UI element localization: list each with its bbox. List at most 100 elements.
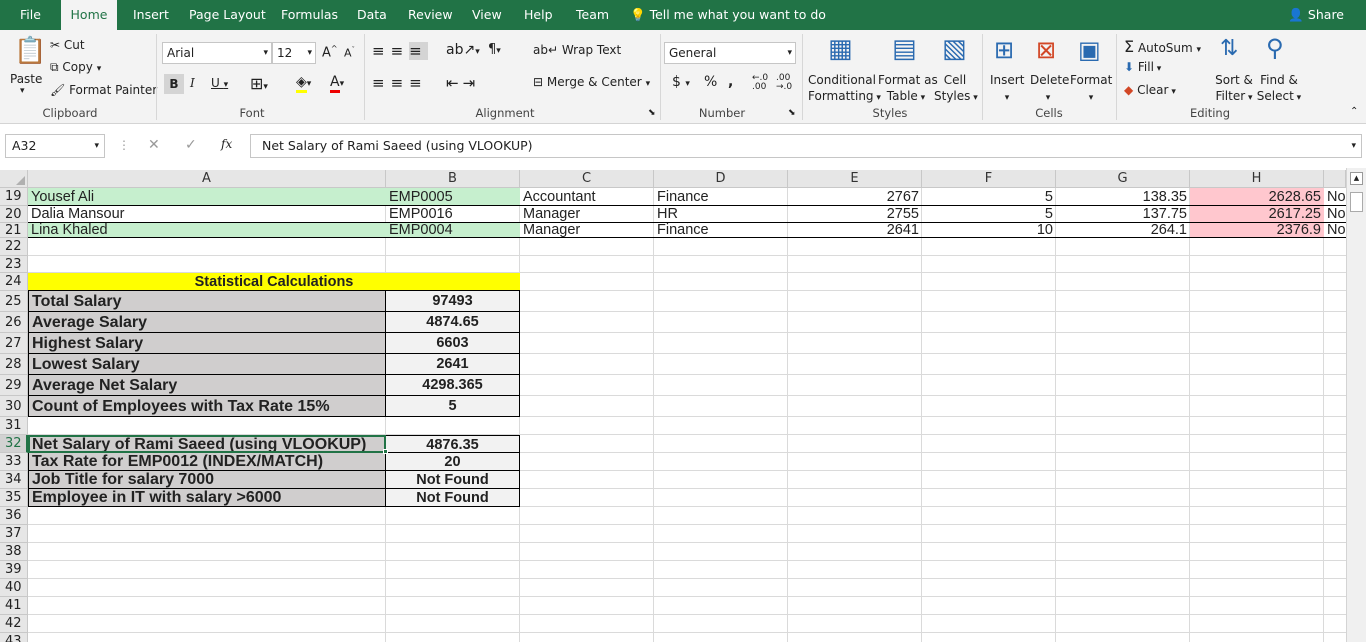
font-color-icon[interactable]: A▾ [330,74,344,93]
delete-cells-button[interactable]: Delete ▾ [1030,72,1069,106]
tax-amount-cell[interactable]: 137.75 [1056,206,1190,223]
employee-id-cell[interactable]: EMP0004 [386,223,520,238]
row-header[interactable]: 21 [0,223,28,238]
tab-insert[interactable]: Insert [133,0,169,30]
lookup-label-cell[interactable]: Job Title for salary 7000 [28,471,386,489]
row-header[interactable]: 25 [0,291,28,312]
tab-formulas[interactable]: Formulas [281,0,338,30]
tell-me-search[interactable]: 💡 Tell me what you want to do [630,0,826,30]
name-box[interactable]: A32 ▾ [5,134,105,158]
tab-view[interactable]: View [472,0,502,30]
salary-cell[interactable]: 2755 [788,206,922,223]
paste-button[interactable]: Paste [10,72,42,86]
row-header[interactable]: 31 [0,417,28,435]
stat-label-cell[interactable]: Average Salary [28,312,386,333]
row-header[interactable]: 29 [0,375,28,396]
insert-cells-button[interactable]: Insert ▾ [990,72,1024,106]
tax-rate-cell[interactable]: 5 [922,206,1056,223]
increase-decimal-icon[interactable]: ←.0.00 [752,74,768,92]
clear-button[interactable]: ◆ Clear ▾ [1124,83,1176,97]
autosum-button[interactable]: Σ AutoSum ▾ [1124,37,1201,56]
fill-handle[interactable] [383,449,388,454]
shrink-font-icon[interactable]: Aˇ [344,46,355,60]
enter-icon[interactable]: ✓ [185,137,197,153]
vertical-scrollbar[interactable]: ▲ [1346,168,1366,642]
lookup-value-cell[interactable]: 20 [386,453,520,471]
stat-value-cell[interactable]: 4874.65 [386,312,520,333]
row-header[interactable]: 34 [0,471,28,489]
copy-button[interactable]: ⧉ Copy ▾ [50,60,101,75]
insert-function-icon[interactable]: fx [221,137,232,151]
comma-icon[interactable]: , [728,74,733,90]
column-header[interactable]: E [788,170,922,188]
tab-file[interactable]: File [20,0,41,30]
italic-icon[interactable]: I [190,76,195,90]
stat-value-cell[interactable]: 5 [386,396,520,417]
indent-icons[interactable]: ⇤⇥ [446,74,479,92]
row-header[interactable]: 26 [0,312,28,333]
stat-value-cell[interactable]: 97493 [386,291,520,312]
employee-name-cell[interactable]: Yousef Ali [28,188,386,206]
row-header[interactable]: 38 [0,543,28,561]
formula-input[interactable]: Net Salary of Rami Saeed (using VLOOKUP)… [250,134,1362,158]
stat-value-cell[interactable]: 6603 [386,333,520,354]
tab-page-layout[interactable]: Page Layout [189,0,266,30]
fill-button[interactable]: ⬇ Fill ▾ [1124,60,1161,74]
column-header[interactable]: G [1056,170,1190,188]
horizontal-align-icons[interactable]: ≡≡≡ [372,74,428,92]
collapse-ribbon-icon[interactable]: ⌃ [1350,106,1358,117]
row-header[interactable]: 37 [0,525,28,543]
row-header[interactable]: 36 [0,507,28,525]
row-header[interactable]: 32 [0,435,28,453]
row-header[interactable]: 27 [0,333,28,354]
scroll-thumb[interactable] [1350,192,1363,212]
tab-help[interactable]: Help [524,0,553,30]
department-cell[interactable]: Finance [654,223,788,238]
row-header[interactable]: 19 [0,188,28,206]
salary-cell[interactable]: 2767 [788,188,922,206]
department-cell[interactable]: Finance [654,188,788,206]
font-name-select[interactable]: Arial ▾ [162,42,272,64]
dialog-launcher-icon[interactable]: ⬊ [648,108,656,118]
column-header[interactable]: H [1190,170,1324,188]
column-header[interactable]: C [520,170,654,188]
employee-id-cell[interactable]: EMP0016 [386,206,520,223]
tax-amount-cell[interactable]: 264.1 [1056,223,1190,238]
cancel-icon[interactable]: ✕ [148,137,160,153]
column-header[interactable]: B [386,170,520,188]
column-header[interactable]: A [28,170,386,188]
row-header[interactable]: 30 [0,396,28,417]
column-header-partial[interactable] [1324,170,1346,188]
employee-name-cell[interactable]: Lina Khaled [28,223,386,238]
currency-icon[interactable]: $ ▾ [672,74,690,90]
borders-icon[interactable]: ⊞▾ [250,74,268,93]
row-header[interactable]: 42 [0,615,28,633]
paste-icon[interactable]: 📋 [14,38,46,64]
tab-team[interactable]: Team [576,0,609,30]
cut-button[interactable]: ✂ Cut [50,38,85,52]
cell-styles-button[interactable]: Cell Styles ▾ [934,72,978,106]
row-header[interactable]: 24 [0,273,28,291]
tax-amount-cell[interactable]: 138.35 [1056,188,1190,206]
job-title-cell[interactable]: Accountant [520,188,654,206]
flag-cell[interactable]: No [1324,223,1346,238]
tab-data[interactable]: Data [357,0,387,30]
tax-rate-cell[interactable]: 10 [922,223,1056,238]
dialog-launcher-icon[interactable]: ⬊ [788,108,796,118]
underline-icon[interactable]: U ▾ [211,76,228,90]
employee-name-cell[interactable]: Dalia Mansour [28,206,386,223]
stat-value-cell[interactable]: 4298.365 [386,375,520,396]
lookup-value-cell[interactable]: Not Found [386,489,520,507]
stat-label-cell[interactable]: Total Salary [28,291,386,312]
row-header[interactable]: 35 [0,489,28,507]
row-header[interactable]: 43 [0,633,28,642]
lookup-label-cell[interactable]: Employee in IT with salary >6000 [28,489,386,507]
find-select-button[interactable]: Find & Select ▾ [1256,72,1302,106]
merge-center-button[interactable]: ⊟ Merge & Center ▾ [533,75,650,89]
employee-id-cell[interactable]: EMP0005 [386,188,520,206]
column-header[interactable]: F [922,170,1056,188]
stat-value-cell[interactable]: 2641 [386,354,520,375]
column-header[interactable]: D [654,170,788,188]
row-header[interactable]: 28 [0,354,28,375]
share-button[interactable]: 👤 Share [1288,0,1344,30]
